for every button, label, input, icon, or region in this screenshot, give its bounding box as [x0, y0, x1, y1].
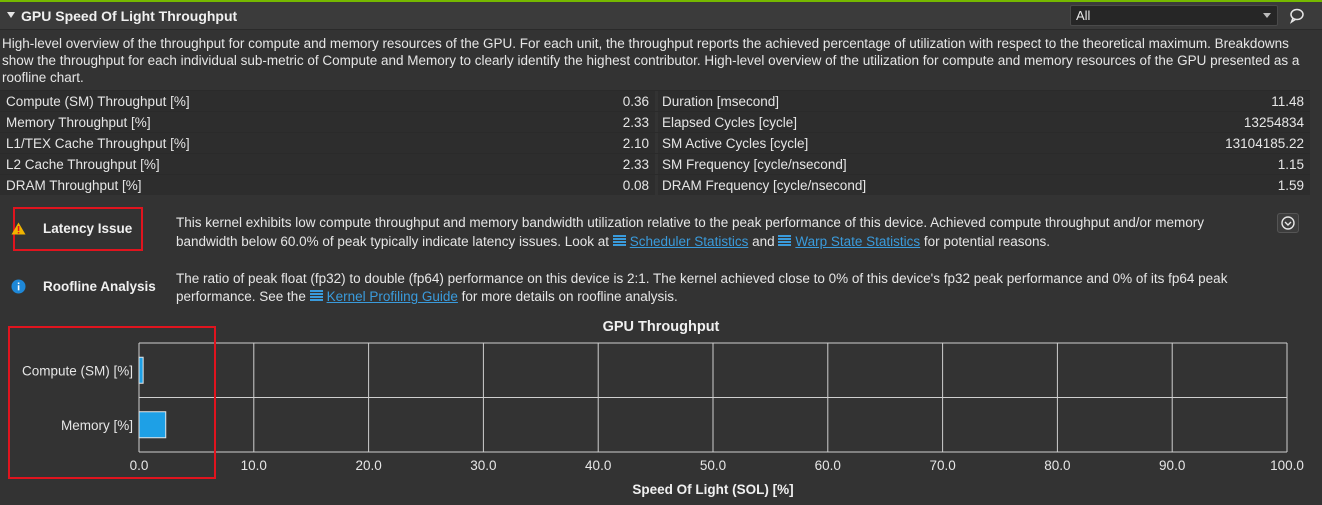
metric-value: 2.33 [622, 157, 649, 172]
chevron-circle-down-icon [1281, 216, 1295, 230]
metric-cell: Elapsed Cycles [cycle] 13254834 [658, 112, 1310, 132]
info-icon [11, 279, 26, 294]
metric-row: Compute (SM) Throughput [%] 0.36 Duration … [0, 90, 1310, 111]
metric-value: 0.08 [622, 178, 649, 193]
x-tick-label: 20.0 [355, 458, 381, 473]
metric-row: Memory Throughput [%] 2.33 Elapsed Cycles … [0, 111, 1310, 132]
metric-cell: SM Frequency [cycle/nsecond] 1.15 [658, 154, 1310, 174]
section-description: High-level overview of the throughput fo… [2, 36, 1300, 85]
metric-row: L2 Cache Throughput [%] 2.33 SM Frequency … [0, 153, 1310, 174]
metric-cell: DRAM Frequency [cycle/nsecond] 1.59 [658, 175, 1310, 195]
metrics-table: Compute (SM) Throughput [%] 0.36 Duration … [0, 90, 1310, 195]
metric-value: 0.36 [622, 94, 649, 109]
metric-label: DRAM Throughput [%] [6, 178, 142, 193]
x-tick-label: 10.0 [241, 458, 267, 473]
x-tick-label: 100.0 [1270, 458, 1304, 473]
document-icon [309, 290, 323, 302]
section-title: GPU Speed Of Light Throughput [21, 8, 238, 24]
latency-issue-text: This kernel exhibits low compute through… [176, 213, 1266, 251]
collapse-triangle-icon[interactable] [7, 12, 15, 18]
x-axis-title: Speed Of Light (SOL) [%] [632, 482, 794, 497]
metric-row: DRAM Throughput [%] 0.08 DRAM Frequency [c… [0, 174, 1310, 195]
chevron-down-icon [1263, 13, 1271, 18]
x-tick-label: 50.0 [700, 458, 726, 473]
kernel-profiling-guide-link[interactable]: Kernel Profiling Guide [309, 289, 458, 304]
metric-value: 1.59 [1277, 178, 1304, 193]
document-icon [612, 235, 626, 247]
kernel-profiling-guide-label: Kernel Profiling Guide [326, 289, 458, 304]
warp-state-statistics-label: Warp State Statistics [795, 234, 921, 249]
metric-label: DRAM Frequency [cycle/nsecond] [662, 178, 867, 193]
metric-label: SM Frequency [cycle/nsecond] [662, 157, 847, 172]
metric-label: L1/TEX Cache Throughput [%] [6, 136, 190, 151]
metric-cell: Compute (SM) Throughput [%] 0.36 [0, 91, 655, 111]
metric-label: Duration [msecond] [662, 94, 780, 109]
metric-cell: L1/TEX Cache Throughput [%] 2.10 [0, 133, 655, 153]
roofline-text-part: for more details on roofline analysis. [457, 289, 678, 304]
speech-bubble-icon [1289, 8, 1304, 24]
metric-cell: DRAM Throughput [%] 0.08 [0, 175, 655, 195]
metric-value: 13254834 [1243, 115, 1304, 130]
document-icon [778, 235, 792, 247]
metric-cell: Duration [msecond] 11.48 [658, 91, 1310, 111]
filter-select-value: All [1076, 8, 1091, 23]
x-tick-label: 30.0 [470, 458, 496, 473]
metric-cell: L2 Cache Throughput [%] 2.33 [0, 154, 655, 174]
latency-text-part: for potential reasons. [920, 234, 1050, 249]
filter-select[interactable]: All [1070, 5, 1278, 26]
x-tick-label: 70.0 [929, 458, 955, 473]
scheduler-statistics-link[interactable]: Scheduler Statistics [612, 234, 749, 249]
scheduler-statistics-label: Scheduler Statistics [629, 234, 749, 249]
latency-issue-title: Latency Issue [43, 221, 133, 236]
metric-row: L1/TEX Cache Throughput [%] 2.10 SM Active… [0, 132, 1310, 153]
metric-label: Elapsed Cycles [cycle] [662, 115, 798, 130]
warp-state-statistics-link[interactable]: Warp State Statistics [778, 234, 920, 249]
section-header[interactable]: GPU Speed Of Light Throughput All [0, 2, 1322, 30]
x-tick-label: 80.0 [1044, 458, 1070, 473]
x-tick-label: 60.0 [815, 458, 841, 473]
comment-button[interactable] [1285, 5, 1309, 26]
expand-button[interactable] [1277, 213, 1299, 233]
warning-icon [11, 222, 26, 235]
metric-label: Compute (SM) Throughput [%] [6, 94, 190, 109]
x-tick-label: 40.0 [585, 458, 611, 473]
chart-labels-highlight [8, 326, 216, 479]
metric-label: L2 Cache Throughput [%] [6, 157, 160, 172]
metric-value: 1.15 [1277, 157, 1304, 172]
roofline-analysis-title: Roofline Analysis [43, 279, 156, 294]
x-tick-label: 90.0 [1159, 458, 1185, 473]
metric-value: 2.33 [622, 115, 649, 130]
metric-cell: SM Active Cycles [cycle] 13104185.22 [658, 133, 1310, 153]
metric-cell: Memory Throughput [%] 2.33 [0, 112, 655, 132]
metric-label: SM Active Cycles [cycle] [662, 136, 809, 151]
roofline-analysis-text: The ratio of peak float (fp32) to double… [176, 270, 1276, 306]
metric-value: 13104185.22 [1225, 136, 1304, 151]
metric-value: 11.48 [1271, 94, 1304, 109]
metric-value: 2.10 [622, 136, 649, 151]
metric-label: Memory Throughput [%] [6, 115, 151, 130]
latency-text-part: and [748, 234, 779, 249]
